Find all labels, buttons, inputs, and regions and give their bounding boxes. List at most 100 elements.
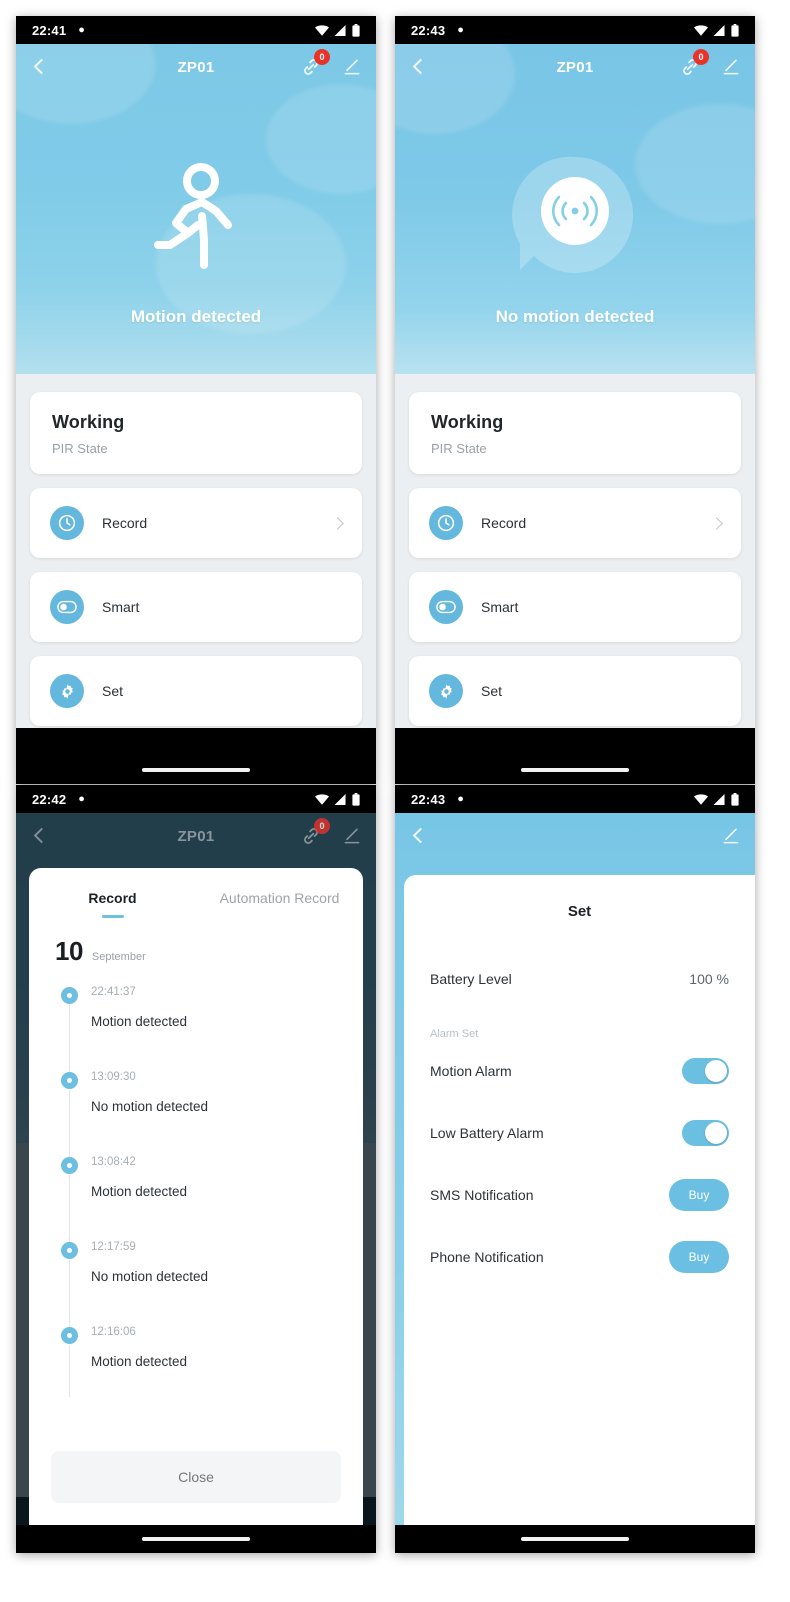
menu-item-label: Set: [481, 683, 503, 699]
wifi-icon: [315, 24, 329, 36]
bell-icon: ●: [457, 23, 464, 36]
home-indicator: [16, 756, 376, 784]
timeline-entry-text: No motion detected: [91, 1099, 209, 1114]
app-bar-actions: 0: [300, 818, 362, 847]
tab-label: Automation Record: [219, 890, 340, 906]
setting-row-phone-notification: Phone Notification Buy: [430, 1226, 729, 1288]
chevron-right-icon: [331, 516, 344, 530]
content-area: Working PIR State Record Smart Set: [16, 374, 376, 728]
home-indicator: [395, 1525, 755, 1553]
app-bar-actions: 0: [679, 49, 741, 78]
record-timeline[interactable]: 22:41:37 Motion detected 13:09:30 No mot…: [29, 971, 363, 1451]
hero-status-label: Motion detected: [130, 307, 262, 326]
timeline-entry-time: 22:41:37: [91, 986, 136, 998]
status-bar-clock: 22:41: [32, 22, 67, 38]
edit-pen-icon[interactable]: [721, 826, 741, 846]
setting-label: Low Battery Alarm: [430, 1125, 544, 1141]
tab-automation-record[interactable]: Automation Record: [196, 890, 363, 922]
app-bar: ZP01 0: [16, 813, 376, 859]
timeline-entry-text: No motion detected: [91, 1269, 209, 1284]
wifi-icon: [694, 24, 708, 36]
bell-icon: ●: [457, 792, 464, 805]
app-screen: ZP01 0: [16, 813, 376, 1525]
pir-status-subtitle: PIR State: [431, 441, 487, 456]
menu-item-label: Smart: [481, 599, 519, 615]
signal-icon: [334, 793, 346, 805]
timeline-entry-text: Motion detected: [91, 1354, 188, 1369]
timeline-connector: [69, 1345, 70, 1397]
toggle-icon: [50, 590, 84, 624]
close-button[interactable]: Close: [51, 1451, 341, 1503]
edit-pen-icon[interactable]: [721, 57, 741, 77]
timeline-connector: [69, 1005, 70, 1078]
battery-icon: [352, 23, 360, 37]
sms-notification-buy-button[interactable]: Buy: [669, 1179, 729, 1211]
home-indicator: [395, 756, 755, 784]
menu-item-smart[interactable]: Smart: [30, 572, 362, 642]
status-bar: 22:43 ●: [395, 785, 755, 813]
menu-row: Set: [409, 656, 741, 726]
menu-item-set[interactable]: Set: [30, 656, 362, 726]
status-bar: 22:41 ●: [16, 16, 376, 44]
running-person-icon: [154, 163, 232, 269]
menu-item-label: Smart: [102, 599, 140, 615]
record-sheet-footer: Close: [29, 1451, 363, 1525]
bell-icon: ●: [78, 792, 85, 805]
bell-icon: ●: [78, 23, 85, 36]
status-bar: 22:42 ●: [16, 785, 376, 813]
setting-label: Phone Notification: [430, 1249, 544, 1265]
link-button[interactable]: 0: [300, 818, 330, 847]
home-indicator: [16, 1525, 376, 1553]
menu-row: Record: [409, 488, 741, 558]
phone-panel-no-motion: 22:43 ● ZP01 0 No motion detected Workin…: [395, 16, 755, 784]
set-page-title: Set: [567, 903, 592, 920]
phone-panel-set: 22:43 ● Set Battery Level 100 % Alarm Se…: [395, 785, 755, 1553]
timeline-entry: 12:16:06 Motion detected: [29, 1325, 363, 1410]
status-bar-clock: 22:43: [411, 791, 446, 807]
menu-item-record[interactable]: Record: [409, 488, 741, 558]
status-bar-icons: [315, 792, 360, 806]
status-bar-icons: [694, 23, 739, 37]
setting-row-sms-notification: SMS Notification Buy: [430, 1164, 729, 1226]
app-bar: ZP01 0: [395, 44, 755, 90]
timeline-entry-time: 12:16:06: [91, 1326, 136, 1338]
edit-pen-icon[interactable]: [342, 57, 362, 77]
status-bar: 22:43 ●: [395, 16, 755, 44]
hero-status: Motion detected: [16, 104, 376, 384]
setting-label: Battery Level: [430, 971, 512, 987]
gear-icon: [429, 674, 463, 708]
timeline-entry-time: 12:17:59: [91, 1241, 136, 1253]
menu-item-record[interactable]: Record: [30, 488, 362, 558]
menu-row: Set: [30, 656, 362, 726]
menu-item-label: Set: [102, 683, 124, 699]
timeline-entry: 22:41:37 Motion detected: [29, 985, 363, 1078]
menu-item-label: Record: [102, 515, 148, 531]
radar-signal-icon: [512, 156, 634, 273]
app-bar: ZP01 0: [16, 44, 376, 90]
low-battery-alarm-toggle[interactable]: [682, 1120, 729, 1146]
pir-status-title: Working: [431, 412, 504, 432]
record-date-day: 10: [55, 936, 83, 966]
pir-status-title: Working: [52, 412, 125, 432]
tab-label: Record: [88, 890, 137, 906]
status-bar-icons: [694, 792, 739, 806]
pir-status-subtitle: PIR State: [52, 441, 108, 456]
link-button[interactable]: 0: [679, 49, 709, 78]
timeline-entry-time: 13:09:30: [91, 1071, 136, 1083]
menu-item-smart[interactable]: Smart: [409, 572, 741, 642]
hero-status-label: No motion detected: [495, 307, 655, 326]
tab-record[interactable]: Record: [29, 890, 196, 922]
motion-alarm-toggle[interactable]: [682, 1058, 729, 1084]
setting-row-motion-alarm: Motion Alarm: [430, 1040, 729, 1102]
pir-status-card: Working PIR State: [409, 392, 741, 474]
link-button[interactable]: 0: [300, 49, 330, 78]
phone-notification-buy-button[interactable]: Buy: [669, 1241, 729, 1273]
back-button[interactable]: [409, 826, 429, 846]
phone-panel-record: 22:42 ● ZP01 0 Record Automation Record …: [16, 785, 376, 1553]
timeline-connector: [69, 1260, 70, 1333]
menu-item-set[interactable]: Set: [409, 656, 741, 726]
timeline-connector: [69, 1175, 70, 1248]
edit-pen-icon[interactable]: [342, 826, 362, 846]
toggle-icon: [429, 590, 463, 624]
menu-item-label: Record: [481, 515, 527, 531]
